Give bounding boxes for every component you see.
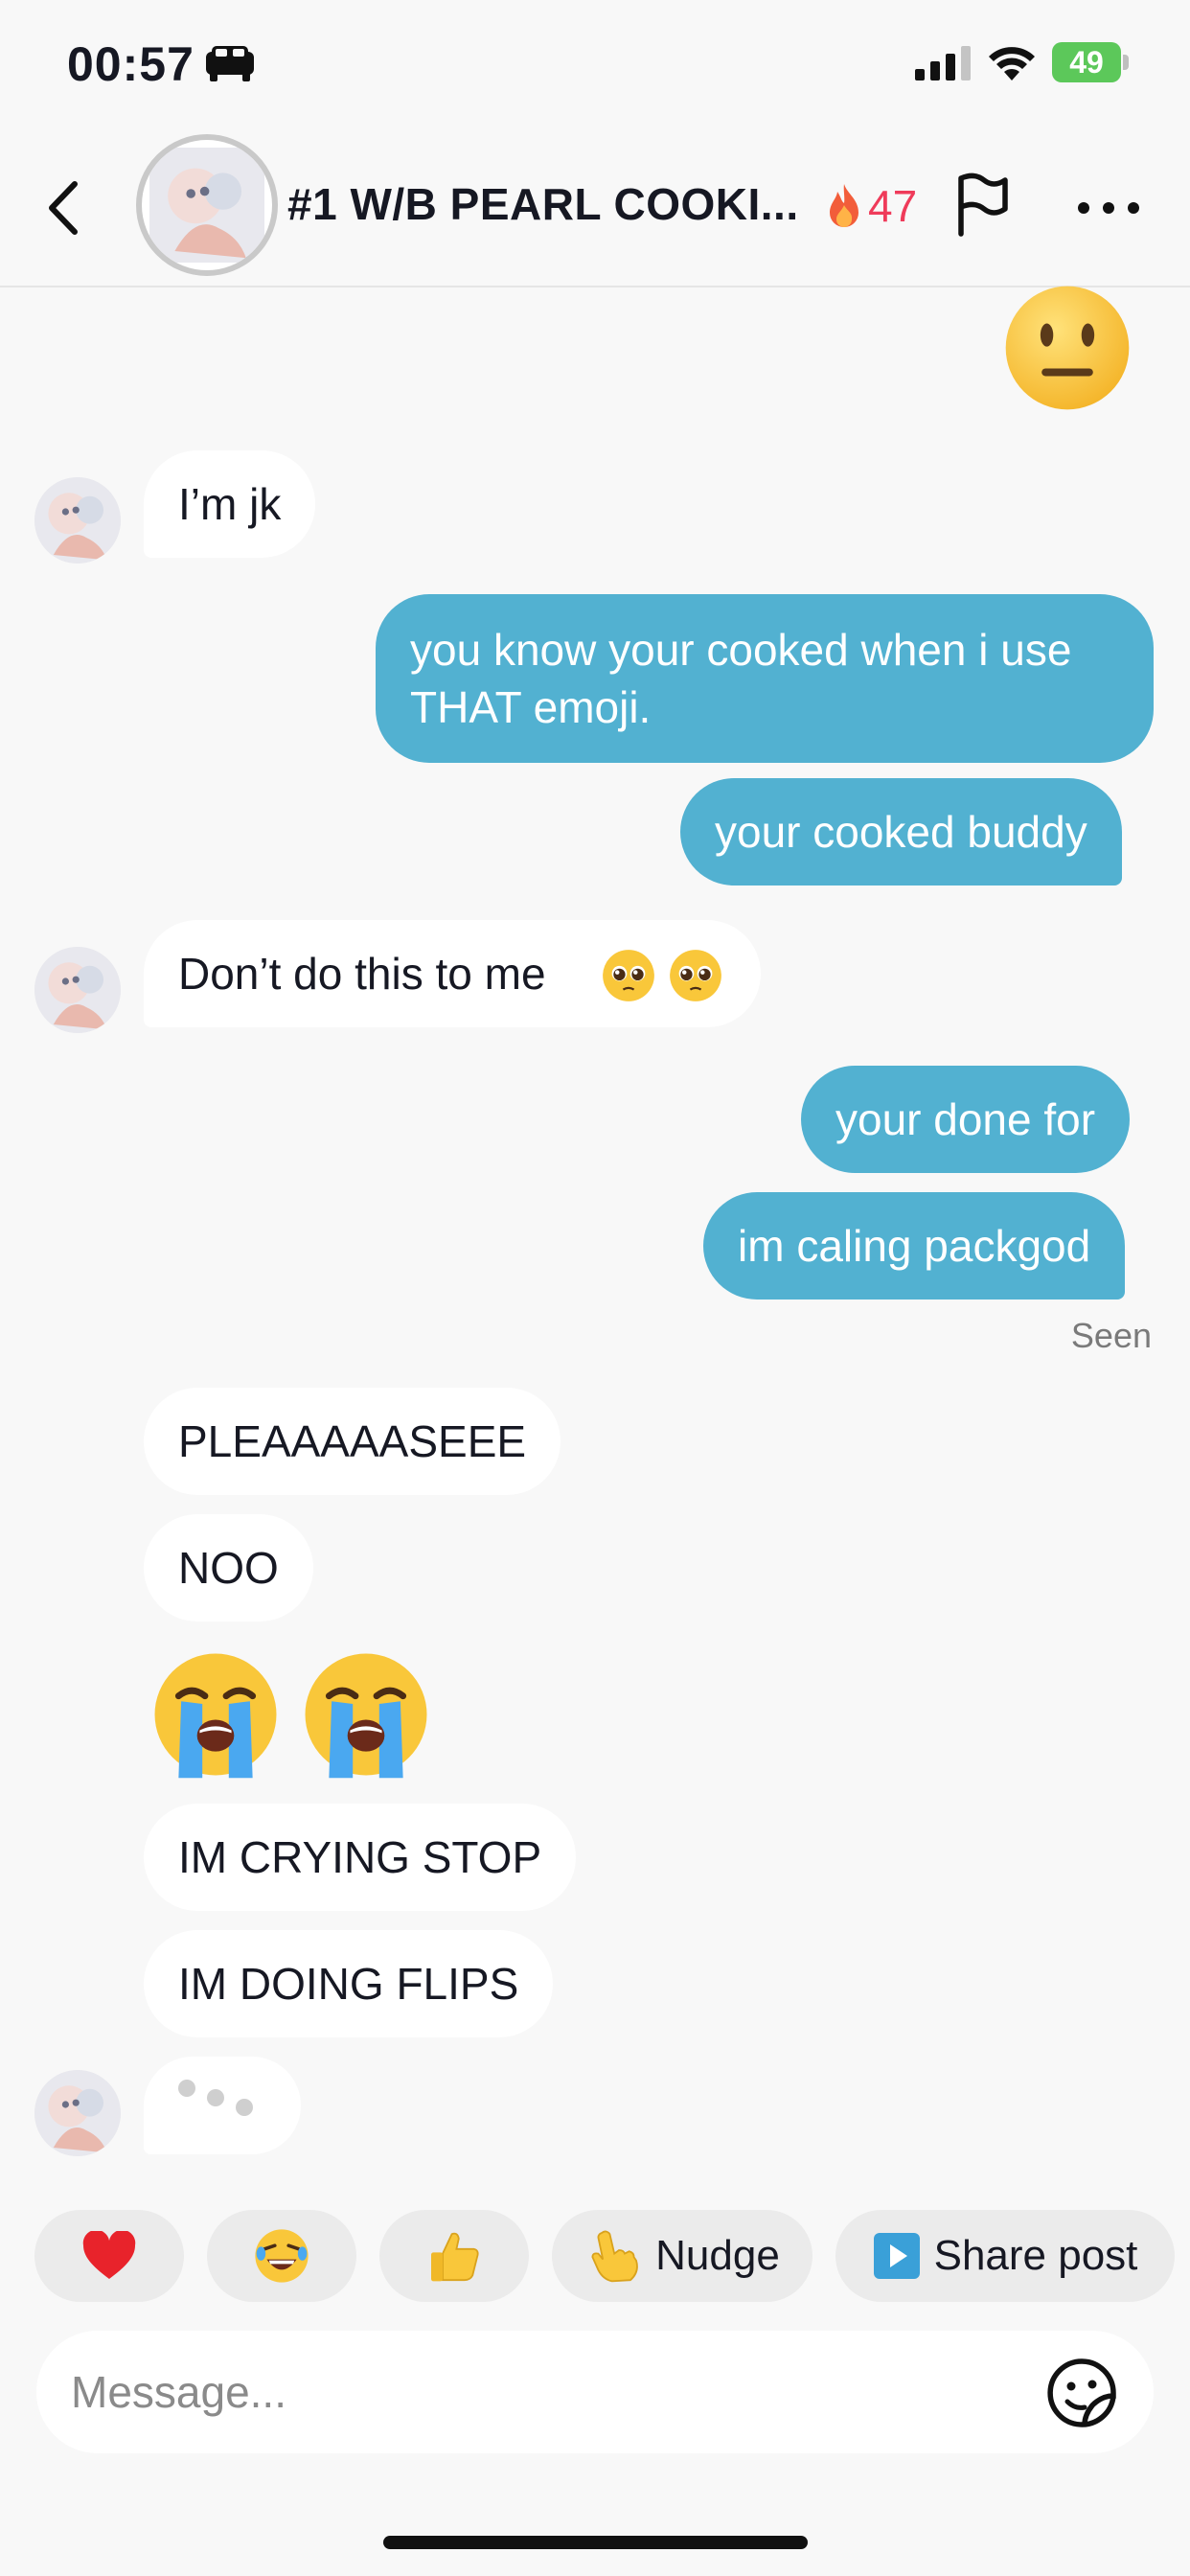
signal-icon: [915, 46, 971, 80]
nudge-button[interactable]: Nudge: [552, 2210, 812, 2302]
message-text: Don’t do this to me: [178, 949, 546, 999]
streak-badge: 47: [824, 180, 917, 232]
streak-count: 47: [868, 181, 918, 231]
more-options-icon[interactable]: [1077, 201, 1140, 215]
car-icon: [206, 46, 254, 81]
sender-avatar[interactable]: [34, 477, 121, 564]
share-post-button[interactable]: Share post: [835, 2210, 1175, 2302]
message-input[interactable]: [71, 2331, 1029, 2453]
play-video-icon: [873, 2233, 920, 2279]
message-composer: [36, 2331, 1154, 2453]
message-bubble[interactable]: im caling packgod: [703, 1192, 1126, 1300]
heart-icon: [82, 2231, 136, 2279]
back-arrow-icon[interactable]: [42, 178, 84, 238]
neutral-face-emoji[interactable]: [1003, 284, 1132, 412]
nudge-label: Nudge: [655, 2232, 780, 2279]
message-bubble[interactable]: NOO: [144, 1514, 313, 1622]
message-bubble[interactable]: IM CRYING STOP: [144, 1804, 577, 1911]
sender-avatar[interactable]: [34, 2070, 121, 2156]
home-indicator: [383, 2536, 808, 2549]
typing-indicator: [144, 2057, 301, 2154]
pleading-face-emoji: [603, 950, 654, 1001]
thumbs-up-icon: [431, 2232, 479, 2282]
sender-avatar[interactable]: [34, 947, 121, 1033]
message-bubble[interactable]: you know your cooked when i use THAT emo…: [376, 594, 1154, 763]
contact-avatar[interactable]: [136, 134, 278, 276]
message-bubble[interactable]: I’m jk: [144, 450, 316, 558]
laughing-emoji-icon: [255, 2229, 309, 2283]
seen-receipt: Seen: [1070, 1316, 1152, 1355]
report-flag-icon[interactable]: [953, 172, 1011, 238]
share-post-label: Share post: [933, 2232, 1138, 2279]
pleading-face-emoji: [670, 950, 721, 1001]
message-bubble[interactable]: your done for: [801, 1066, 1131, 1173]
wifi-icon: [989, 47, 1035, 80]
loudly-crying-face-emoji[interactable]: [300, 1648, 432, 1781]
fire-icon: [830, 184, 858, 227]
pointing-hand-icon: [591, 2230, 639, 2283]
battery-level: 49: [1052, 42, 1121, 82]
message-bubble[interactable]: PLEAAAAASEEE: [144, 1388, 561, 1495]
laugh-reaction-button[interactable]: [207, 2210, 356, 2302]
status-time: 00:57: [67, 37, 195, 91]
chat-title[interactable]: #1 W/B PEARL COOKI...: [287, 178, 799, 230]
battery-icon: 49: [1052, 42, 1129, 82]
heart-reaction-button[interactable]: [34, 2210, 184, 2302]
sticker-icon[interactable]: [1046, 2358, 1117, 2428]
message-bubble[interactable]: your cooked buddy: [680, 778, 1122, 886]
loudly-crying-face-emoji[interactable]: [149, 1648, 282, 1781]
thumbs-up-reaction-button[interactable]: [379, 2210, 529, 2302]
message-bubble[interactable]: Don’t do this to me: [144, 920, 761, 1027]
message-bubble[interactable]: IM DOING FLIPS: [144, 1930, 554, 2037]
